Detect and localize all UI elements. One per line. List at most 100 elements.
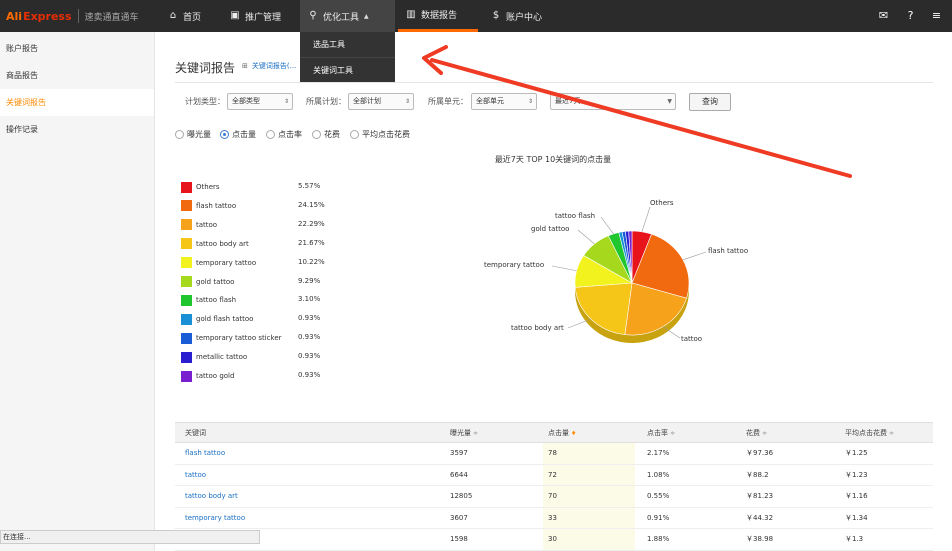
legend-percent: 0.93%	[298, 352, 321, 361]
chart-title: 最近7天 TOP 10关键词的点击量	[494, 155, 612, 164]
th-avg-cpc[interactable]: 平均点击花费 ≑	[845, 423, 894, 444]
nav-home-label: 首页	[183, 12, 202, 23]
sort-icon: ≑	[670, 430, 676, 437]
cell-avg-cpc: ￥1.16	[845, 492, 868, 500]
plan-select[interactable]: 全部计划 ⇕	[348, 93, 414, 110]
sidebar-item-account-report[interactable]: 账户报告	[0, 35, 154, 62]
dropdown-item-keyword-tool[interactable]: 关键词工具	[300, 57, 395, 82]
nav-account-center[interactable]: $ 账户中心	[483, 0, 550, 32]
nav-data-report[interactable]: ▥ 数据报告	[398, 0, 478, 32]
cell-ctr: 0.91%	[647, 513, 670, 522]
cell-impressions: 6644	[450, 470, 468, 479]
plan-type-select[interactable]: 全部类型 ⇕	[227, 93, 293, 110]
radio-cost[interactable]: 花费	[312, 129, 340, 140]
legend-label: gold tattoo	[196, 277, 235, 286]
nav-home[interactable]: ⌂ 首页	[160, 0, 209, 32]
logo-separator	[77, 9, 79, 23]
aliexpress-logo[interactable]: Ali Express 速卖通直通车	[6, 0, 139, 32]
mail-icon[interactable]: ✉	[877, 9, 890, 22]
legend-swatch	[181, 257, 192, 269]
callout-tattoo: tattoo	[681, 335, 703, 343]
legend-label: flash tattoo	[196, 201, 237, 210]
radio-dot	[312, 130, 321, 139]
keyword-report-help-link[interactable]: ⊞ 关键词报告(...	[242, 61, 296, 71]
cell-clicks: 70	[548, 492, 557, 500]
radio-clicks[interactable]: 点击量	[220, 129, 256, 140]
cell-impressions: 3597	[450, 449, 468, 457]
unit-label: 所属单元：	[428, 97, 468, 106]
cell-ctr: 1.88%	[647, 535, 670, 543]
select-arrows-icon: ⇕	[527, 98, 533, 105]
dropdown-item-product-selection[interactable]: 选品工具	[300, 32, 395, 57]
callout-temporary-tattoo: temporary tattoo	[484, 261, 545, 269]
callout-tattoo-flash: tattoo flash	[555, 212, 596, 220]
cell-cost: ￥97.36	[746, 449, 774, 457]
legend-swatch	[181, 219, 192, 231]
legend-item[interactable]: tattoo flash	[181, 294, 236, 306]
search-icon: ⚲	[309, 10, 317, 21]
cell-clicks: 78	[548, 449, 557, 457]
radio-dot-selected	[220, 130, 229, 139]
sort-icon: ≑	[762, 430, 768, 437]
sidebar-item-product-report[interactable]: 商品报告	[0, 62, 154, 89]
radio-avg-cpc[interactable]: 平均点击花费	[350, 129, 410, 140]
pie-slice	[621, 231, 633, 284]
th-cost[interactable]: 花费 ≑	[746, 423, 767, 444]
legend-item[interactable]: gold tattoo	[181, 276, 234, 288]
plan-type-value: 全部类型	[232, 97, 260, 105]
search-button[interactable]: 查询	[689, 93, 731, 111]
date-range-select[interactable]: 最近7天 ▼	[550, 93, 676, 110]
sidebar: 账户报告 商品报告 关键词报告 操作记录	[0, 32, 155, 551]
legend-label: gold flash tattoo	[196, 315, 254, 324]
legend-swatch	[181, 238, 192, 250]
nav-optimize-tools[interactable]: ⚲ 优化工具 ▲	[300, 0, 395, 32]
keyword-link[interactable]: flash tattoo	[185, 443, 225, 464]
th-clicks[interactable]: 点击量 ♦	[548, 423, 576, 444]
legend-percent: 21.67%	[298, 238, 325, 247]
legend-label: metallic tattoo	[196, 353, 248, 362]
pie-slice	[607, 232, 633, 284]
keyword-link[interactable]: tattoo body art	[185, 486, 238, 507]
legend-item[interactable]: gold flash tattoo	[181, 313, 253, 325]
legend-percent: 9.29%	[298, 276, 321, 285]
legend-item[interactable]: tattoo gold	[181, 370, 234, 382]
cell-avg-cpc: ￥1.23	[845, 470, 868, 479]
help-icon[interactable]: ?	[904, 9, 917, 22]
pie-slice	[631, 230, 652, 284]
sidebar-item-keyword-report[interactable]: 关键词报告	[0, 89, 154, 116]
cell-clicks: 33	[548, 513, 557, 522]
legend-item[interactable]: temporary tattoo	[181, 257, 256, 269]
sort-icon: ≑	[889, 430, 895, 437]
legend-item[interactable]: metallic tattoo	[181, 351, 247, 363]
legend-label: tattoo body art	[196, 239, 249, 248]
callout-line	[567, 318, 591, 329]
legend-item[interactable]: Others	[181, 181, 220, 193]
keyword-link[interactable]: temporary tattoo	[185, 508, 245, 529]
unit-select[interactable]: 全部单元 ⇕	[471, 93, 537, 110]
legend-swatch	[181, 370, 192, 382]
callout-tattoo-body-art: tattoo body art	[511, 324, 564, 332]
legend-item[interactable]: tattoo body art	[181, 238, 249, 250]
legend-percent: 10.22%	[298, 257, 325, 266]
th-impressions[interactable]: 曝光量 ≑	[450, 423, 478, 444]
th-label: 点击量	[548, 429, 569, 437]
table-row: tattoo body art 12805 70 0.55% ￥81.23 ￥1…	[175, 486, 933, 508]
cell-cost: ￥81.23	[746, 492, 774, 500]
info-icon: ⊞	[242, 62, 248, 70]
keyword-link[interactable]: tattoo	[185, 465, 206, 486]
radio-ctr[interactable]: 点击率	[266, 129, 302, 140]
menu-icon[interactable]: ≡	[930, 9, 943, 22]
nav-account-label: 账户中心	[506, 12, 543, 23]
legend-item[interactable]: flash tattoo	[181, 200, 236, 212]
th-ctr[interactable]: 点击率 ≑	[647, 423, 675, 444]
legend-item[interactable]: temporary tattoo sticker	[181, 332, 282, 344]
legend-item[interactable]: tattoo	[181, 219, 217, 231]
sidebar-item-operation-log[interactable]: 操作记录	[0, 116, 154, 143]
pie-slice	[574, 255, 633, 288]
radio-impressions[interactable]: 曝光量	[175, 129, 211, 140]
nav-promotion[interactable]: ▣ 推广管理	[222, 0, 289, 32]
legend-label: temporary tattoo	[196, 258, 257, 267]
callout-others: Others	[650, 199, 674, 207]
legend-swatch	[181, 294, 192, 306]
radio-dot	[350, 130, 359, 139]
